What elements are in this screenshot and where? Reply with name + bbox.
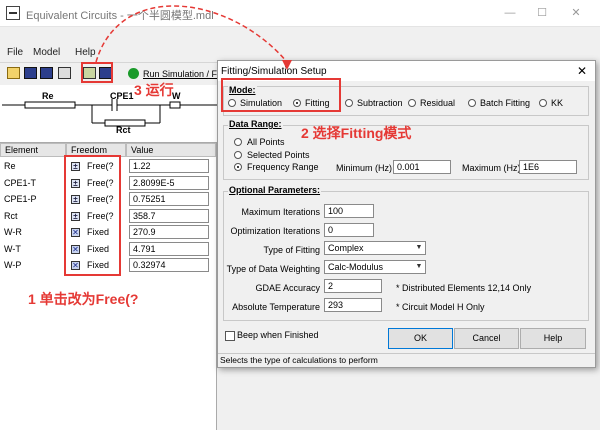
- absolute-temperature-input[interactable]: 293: [324, 298, 382, 312]
- annotation-step3: 3 运行: [134, 82, 174, 98]
- range-radio-frequency-range[interactable]: [234, 163, 242, 171]
- ok-button[interactable]: OK: [388, 328, 453, 349]
- optimization-iterations-label: Optimization Iterations: [230, 226, 320, 236]
- app-icon: [6, 6, 20, 20]
- optional-parameters-label: Optional Parameters:: [228, 185, 322, 195]
- max-iterations-input[interactable]: 100: [324, 204, 374, 218]
- menu-file[interactable]: File: [7, 47, 23, 58]
- open-folder-icon[interactable]: [7, 67, 20, 79]
- save-icon[interactable]: [24, 67, 37, 79]
- circuit-label-re: Re: [42, 91, 54, 101]
- element-cell: Rct: [4, 210, 18, 221]
- type-of-fitting-select[interactable]: Complex ▼: [324, 241, 426, 255]
- minimize-button[interactable]: —: [496, 0, 524, 26]
- dialog-close-button[interactable]: ✕: [577, 64, 587, 78]
- data-weighting-label: Type of Data Weighting: [226, 264, 320, 274]
- element-cell: W-T: [4, 243, 21, 254]
- cancel-button[interactable]: Cancel: [454, 328, 519, 349]
- value-cell[interactable]: 2.8099E-5: [129, 175, 209, 190]
- data-range-label: Data Range:: [228, 119, 283, 129]
- value-cell[interactable]: 0.75251: [129, 192, 209, 206]
- optimization-iterations-input[interactable]: 0: [324, 223, 374, 237]
- print-icon[interactable]: [58, 67, 71, 79]
- mode-radio-residual[interactable]: [408, 99, 416, 107]
- maximum-hz-input[interactable]: 1E6: [519, 160, 577, 174]
- circuit-diagram: Re CPE1 W Rct: [0, 85, 220, 143]
- annotation-mode-box: [221, 78, 341, 112]
- element-cell: W-P: [4, 260, 22, 270]
- absolute-temperature-label: Absolute Temperature: [232, 302, 320, 312]
- maximum-hz-label: Maximum (Hz): [462, 163, 521, 173]
- data-weighting-value: Calc-Modulus: [328, 262, 384, 272]
- column-header-value: Value: [126, 143, 216, 157]
- mode-option-label[interactable]: Batch Fitting: [480, 98, 530, 108]
- range-option-label[interactable]: Selected Points: [247, 150, 310, 160]
- circuit-label-cpe1: CPE1: [110, 91, 134, 101]
- element-cell: CPE1-P: [4, 194, 37, 204]
- menu-model[interactable]: Model: [33, 47, 60, 58]
- annotation-freedom-box: [64, 155, 121, 276]
- gdae-note: * Distributed Elements 12,14 Only: [396, 283, 532, 293]
- range-radio-selected-points[interactable]: [234, 150, 242, 159]
- annotation-arrow: [95, 5, 292, 70]
- minimum-hz-label: Minimum (Hz): [336, 163, 392, 173]
- gdae-accuracy-input[interactable]: 2: [324, 279, 382, 293]
- chevron-down-icon: ▼: [415, 244, 423, 251]
- element-cell: CPE1-T: [4, 177, 37, 188]
- value-cell[interactable]: 358.7: [129, 208, 209, 223]
- mode-option-label[interactable]: KK: [551, 98, 563, 108]
- beep-label: Beep when Finished: [237, 330, 319, 340]
- max-iterations-label: Maximum Iterations: [241, 207, 320, 217]
- mode-radio-subtraction[interactable]: [345, 99, 353, 107]
- annotation-step2: 2 选择Fitting模式: [301, 125, 412, 141]
- column-header-element: Element: [0, 143, 66, 157]
- mode-radio-kk[interactable]: [539, 99, 547, 107]
- chevron-down-icon: ▼: [415, 263, 423, 270]
- mode-option-label[interactable]: Residual: [420, 98, 455, 108]
- value-cell[interactable]: 0.32974: [129, 258, 209, 272]
- value-cell[interactable]: 1.22: [129, 159, 209, 173]
- circuit-label-rct: Rct: [116, 125, 131, 135]
- element-cell: W-R: [4, 227, 22, 237]
- range-option-label[interactable]: All Points: [247, 137, 285, 147]
- close-button[interactable]: ✕: [562, 0, 590, 26]
- dialog-status-bar: Selects the type of calculations to perf…: [218, 353, 595, 367]
- beep-checkbox[interactable]: [225, 331, 235, 341]
- save-as-icon[interactable]: [40, 67, 53, 79]
- help-button[interactable]: Help: [520, 328, 586, 349]
- minimum-hz-input[interactable]: 0.001: [393, 160, 451, 174]
- maximize-button[interactable]: ☐: [528, 0, 556, 26]
- gdae-accuracy-label: GDAE Accuracy: [255, 283, 320, 293]
- value-cell[interactable]: 270.9: [129, 225, 209, 239]
- range-option-label[interactable]: Frequency Range: [247, 162, 319, 172]
- range-radio-all-points[interactable]: [234, 138, 242, 146]
- value-cell[interactable]: 4.791: [129, 241, 209, 256]
- temperature-note: * Circuit Model H Only: [396, 302, 485, 312]
- annotation-step1: 1 单击改为Free(?: [28, 291, 139, 307]
- type-of-fitting-value: Complex: [328, 243, 364, 253]
- type-of-fitting-label: Type of Fitting: [263, 245, 320, 255]
- mode-radio-batch-fitting[interactable]: [468, 99, 476, 107]
- data-weighting-select[interactable]: Calc-Modulus ▼: [324, 260, 426, 274]
- mode-option-label[interactable]: Subtraction: [357, 98, 403, 108]
- element-cell: Re: [4, 161, 16, 171]
